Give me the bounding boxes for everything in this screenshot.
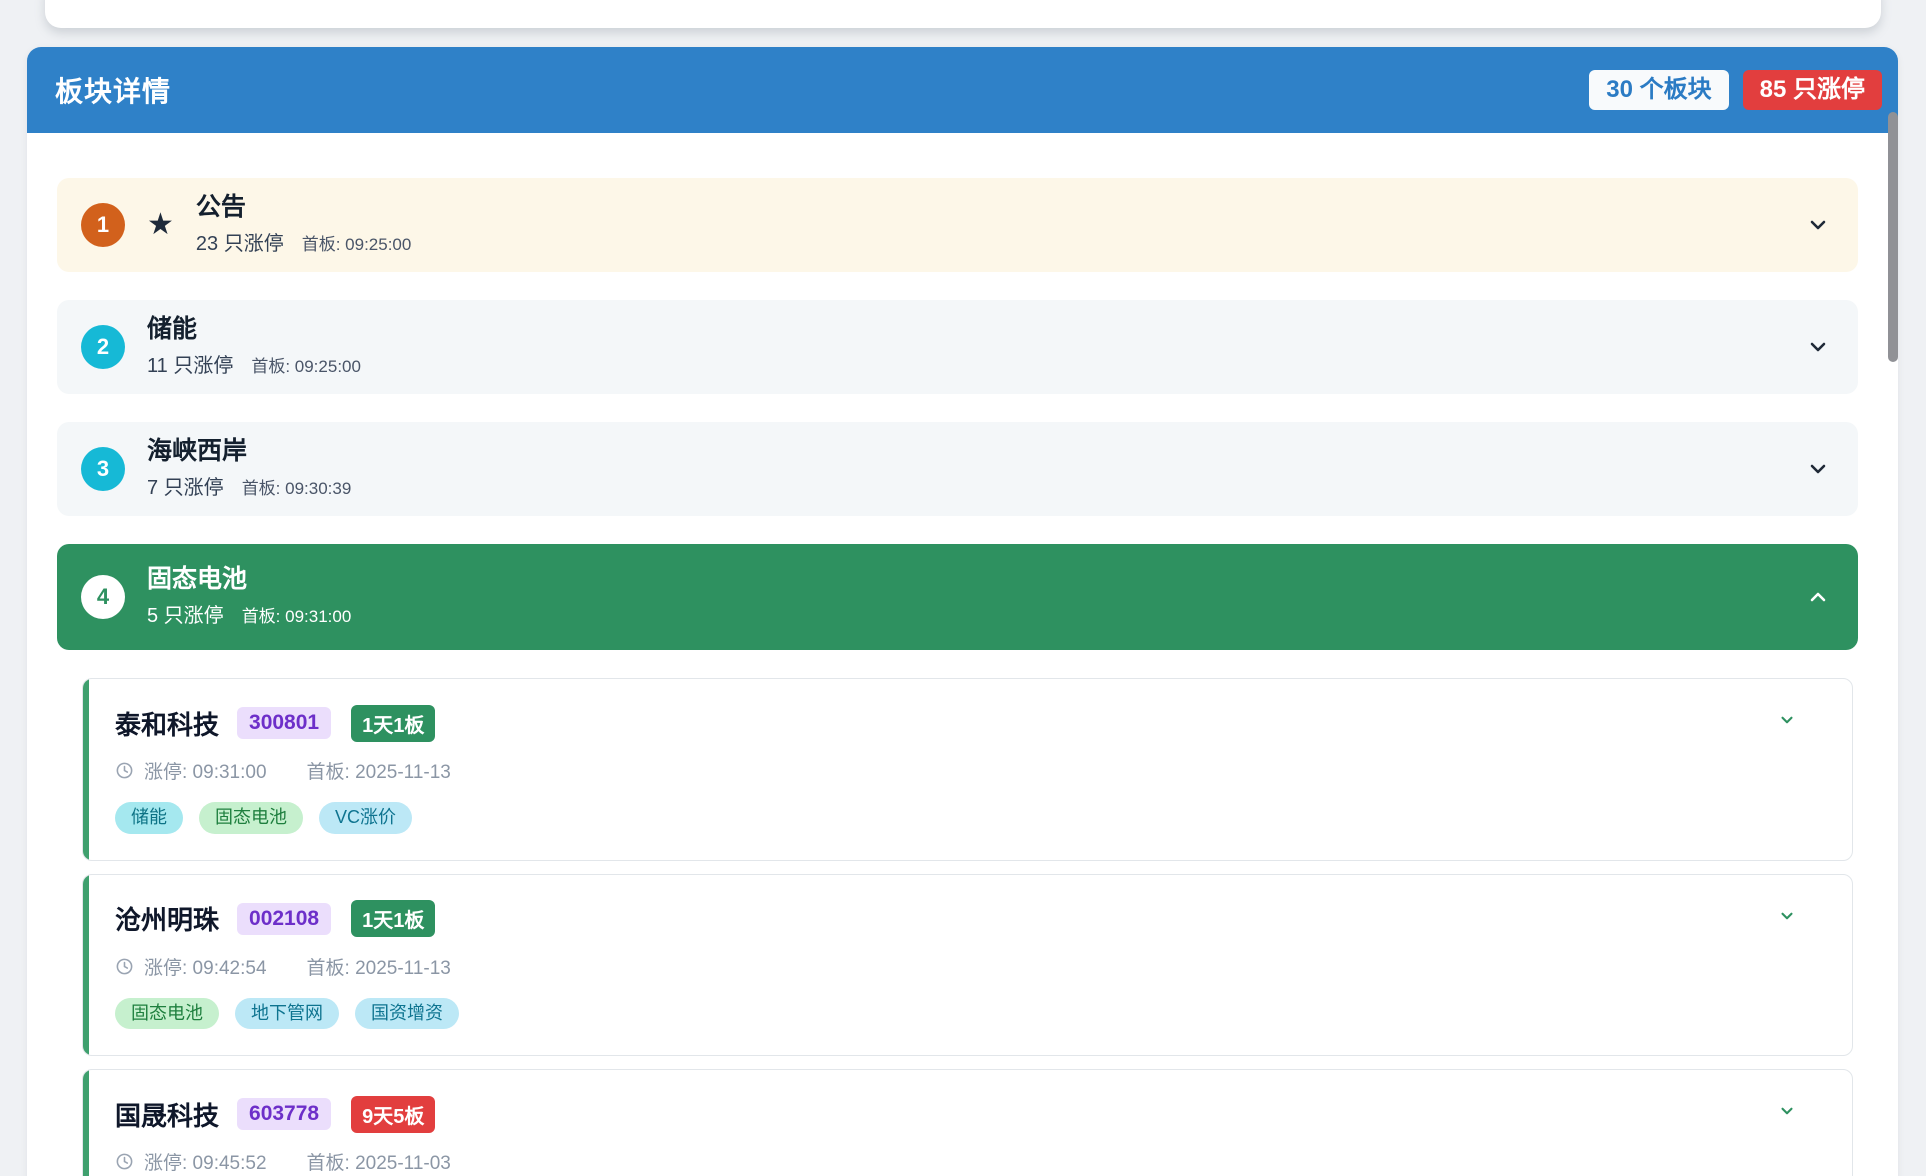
clock-icon (115, 957, 134, 976)
sector-subtitle: 11 只涨停 首板: 09:25:00 (147, 349, 361, 378)
chevron-down-icon[interactable] (1806, 457, 1830, 481)
stock-meta-row: 涨停: 09:31:00 首板: 2025-11-13 (115, 757, 1824, 784)
stock-card-guosheng-keji[interactable]: 国晟科技 603778 9天5板 涨停: 09:45:52 首板: 2025-1… (82, 1069, 1853, 1176)
chevron-down-icon[interactable] (1806, 213, 1830, 237)
stock-tags: 储能 固态电池 VC涨价 (115, 802, 1824, 834)
concept-tag: 固态电池 (199, 802, 303, 834)
stock-meta-row: 涨停: 09:45:52 首板: 2025-11-03 (115, 1148, 1824, 1175)
sector-limit-up-count: 23 只涨停 (196, 227, 284, 256)
sector-name: 储能 (147, 316, 361, 344)
stock-code-badge: 603778 (237, 1098, 331, 1130)
sector-name: 海峡西岸 (147, 438, 351, 466)
stock-title-row: 泰和科技 300801 1天1板 (115, 705, 1824, 741)
first-board-date: 首板: 2025-11-13 (307, 953, 451, 980)
sector-limit-up-count: 11 只涨停 (147, 349, 233, 378)
stock-title-row: 沧州明珠 002108 1天1板 (115, 901, 1824, 937)
sector-row-chuneng[interactable]: 2 储能 11 只涨停 首板: 09:25:00 (57, 300, 1858, 394)
sector-subtitle: 23 只涨停 首板: 09:25:00 (196, 227, 411, 256)
clock-icon (115, 761, 134, 780)
sector-info: 海峡西岸 7 只涨停 首板: 09:30:39 (147, 438, 351, 501)
sector-row-gutai-dianchi-expanded[interactable]: 4 固态电池 5 只涨停 首板: 09:31:00 (57, 544, 1858, 650)
rank-badge: 1 (81, 203, 125, 247)
rank-badge: 4 (81, 575, 125, 619)
first-board-date: 首板: 2025-11-03 (307, 1148, 451, 1175)
stock-title-row: 国晟科技 603778 9天5板 (115, 1096, 1824, 1132)
concept-tag: 固态电池 (115, 998, 219, 1030)
streak-badge: 9天5板 (351, 1096, 435, 1133)
sector-info: 储能 11 只涨停 首板: 09:25:00 (147, 316, 361, 379)
panel-body: 1 ★ 公告 23 只涨停 首板: 09:25:00 2 储能 11 只涨停 首… (27, 133, 1898, 1176)
stock-code-badge: 002108 (237, 903, 331, 935)
card-accent-bar (83, 679, 89, 860)
concept-tag: 储能 (115, 802, 183, 834)
header-badges: 30 个板块 85 只涨停 (1589, 70, 1882, 110)
sector-name: 公告 (196, 194, 411, 222)
stock-name: 国晟科技 (115, 1096, 219, 1133)
scrollbar-thumb[interactable] (1888, 112, 1898, 362)
first-board-date: 首板: 2025-11-13 (307, 757, 451, 784)
sector-first-board-time: 首板: 09:30:39 (242, 474, 352, 499)
sector-subtitle: 7 只涨停 首板: 09:30:39 (147, 471, 351, 500)
sector-detail-panel: 板块详情 30 个板块 85 只涨停 1 ★ 公告 23 只涨停 首板: 09:… (27, 47, 1898, 1176)
panel-title: 板块详情 (55, 70, 171, 110)
limit-up-time: 涨停: 09:42:54 (144, 953, 267, 980)
stock-card-list: 泰和科技 300801 1天1板 涨停: 09:31:00 首板: 2025-1… (82, 678, 1858, 1176)
sector-row-gonggao[interactable]: 1 ★ 公告 23 只涨停 首板: 09:25:00 (57, 178, 1858, 272)
panel-header: 板块详情 30 个板块 85 只涨停 (27, 47, 1898, 133)
sector-limit-up-count: 5 只涨停 (147, 599, 224, 628)
sector-first-board-time: 首板: 09:25:00 (251, 352, 361, 377)
clock-icon (115, 1152, 134, 1171)
stock-meta-row: 涨停: 09:42:54 首板: 2025-11-13 (115, 953, 1824, 980)
card-accent-bar (83, 875, 89, 1056)
limit-up-time: 涨停: 09:31:00 (144, 757, 267, 784)
previous-card-edge (45, 0, 1881, 28)
stock-card-cangzhou-mingzhu[interactable]: 沧州明珠 002108 1天1板 涨停: 09:42:54 首板: 2025-1… (82, 874, 1853, 1057)
concept-tag: 地下管网 (235, 998, 339, 1030)
sector-count-badge: 30 个板块 (1589, 70, 1728, 110)
chevron-up-icon[interactable] (1806, 585, 1830, 609)
chevron-down-icon[interactable] (1806, 335, 1830, 359)
streak-badge: 1天1板 (351, 705, 435, 742)
chevron-down-icon[interactable] (1778, 907, 1796, 925)
chevron-down-icon[interactable] (1778, 1102, 1796, 1120)
concept-tag: VC涨价 (319, 802, 412, 834)
concept-tag: 国资增资 (355, 998, 459, 1030)
rank-badge: 3 (81, 447, 125, 491)
rank-badge: 2 (81, 325, 125, 369)
sector-row-haixia-xian[interactable]: 3 海峡西岸 7 只涨停 首板: 09:30:39 (57, 422, 1858, 516)
sector-subtitle: 5 只涨停 首板: 09:31:00 (147, 599, 351, 628)
sector-first-board-time: 首板: 09:31:00 (242, 602, 352, 627)
chevron-down-icon[interactable] (1778, 711, 1796, 729)
stock-name: 沧州明珠 (115, 900, 219, 937)
sector-limit-up-count: 7 只涨停 (147, 471, 224, 500)
card-accent-bar (83, 1070, 89, 1176)
sector-info: 公告 23 只涨停 首板: 09:25:00 (196, 194, 411, 257)
stock-code-badge: 300801 (237, 707, 331, 739)
limit-up-time: 涨停: 09:45:52 (144, 1148, 267, 1175)
sector-first-board-time: 首板: 09:25:00 (302, 230, 412, 255)
stock-card-taihe-keji[interactable]: 泰和科技 300801 1天1板 涨停: 09:31:00 首板: 2025-1… (82, 678, 1853, 861)
limit-up-count-badge: 85 只涨停 (1743, 70, 1882, 110)
sector-info: 固态电池 5 只涨停 首板: 09:31:00 (147, 566, 351, 629)
star-icon: ★ (147, 210, 174, 240)
stock-tags: 固态电池 地下管网 国资增资 (115, 998, 1824, 1030)
sector-name: 固态电池 (147, 566, 351, 594)
stock-name: 泰和科技 (115, 705, 219, 742)
streak-badge: 1天1板 (351, 900, 435, 937)
